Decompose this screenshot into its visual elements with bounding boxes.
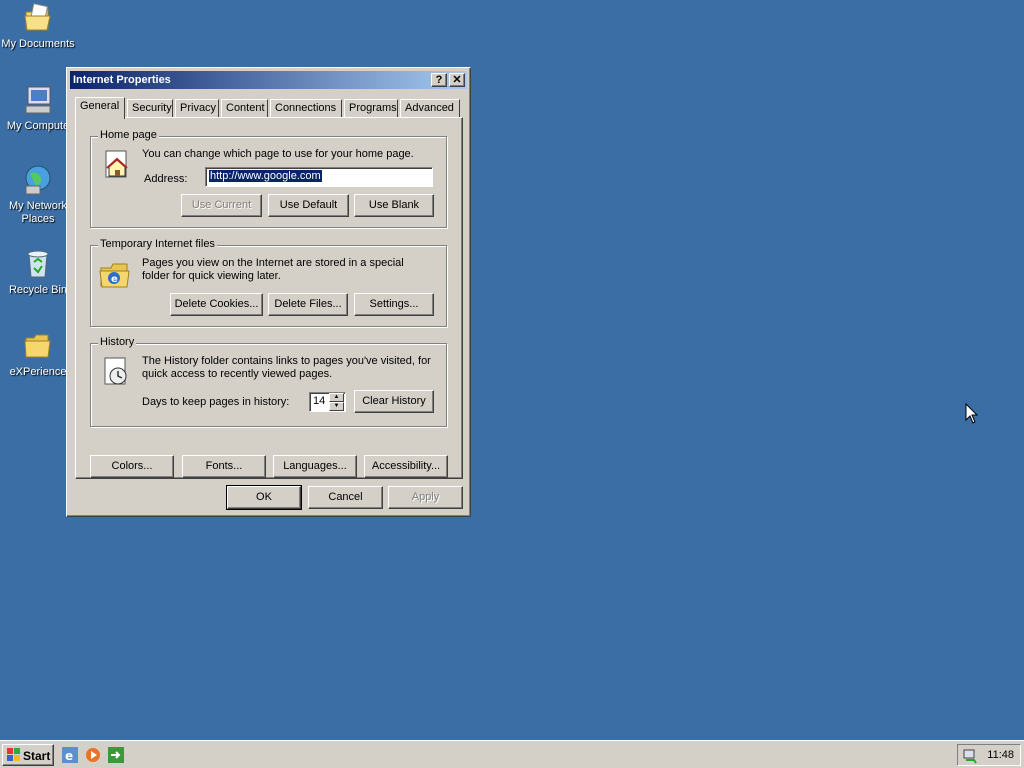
internet-properties-dialog: Internet Properties ? ✕ General Security… <box>66 67 471 517</box>
tab-privacy[interactable]: Privacy <box>175 99 219 118</box>
home-page-legend: Home page <box>98 129 159 141</box>
address-label: Address: <box>144 173 188 185</box>
start-button[interactable]: Start <box>2 744 54 766</box>
desktop-icon-label: My Network Places <box>8 200 68 225</box>
help-button[interactable]: ? <box>431 73 447 87</box>
mouse-cursor-icon <box>965 402 979 428</box>
show-desktop-icon[interactable] <box>108 747 124 763</box>
my-computer-icon <box>22 84 54 116</box>
general-tab-panel: Home page You can change which page to u… <box>75 117 463 479</box>
home-page-description: You can change which page to use for you… <box>142 148 414 160</box>
desktop-icon-label: Recycle Bin <box>8 284 68 296</box>
temp-files-description: Pages you view on the Internet are store… <box>142 257 404 282</box>
accessibility-button[interactable]: Accessibility... <box>364 455 448 478</box>
dialog-title: Internet Properties <box>73 74 171 86</box>
my-documents-icon <box>22 2 54 34</box>
delete-cookies-button[interactable]: Delete Cookies... <box>170 293 263 316</box>
windows-logo-icon <box>7 748 21 768</box>
start-label: Start <box>23 749 51 763</box>
delete-files-button[interactable]: Delete Files... <box>268 293 348 316</box>
tab-connections[interactable]: Connections <box>270 99 342 118</box>
desktop-icon-experience[interactable]: eXPerience <box>0 330 76 379</box>
media-player-icon[interactable] <box>85 747 101 763</box>
address-field[interactable]: http://www.google.com <box>205 167 433 187</box>
desktop-icon-label: My Compute <box>6 120 70 132</box>
svg-text:e: e <box>111 274 118 285</box>
desktop-icon-recycle-bin[interactable]: Recycle Bin <box>0 248 76 297</box>
close-icon: ✕ <box>452 74 462 86</box>
desktop-icon-label: eXPerience <box>9 366 67 378</box>
temp-files-legend: Temporary Internet files <box>98 238 217 250</box>
desktop-icon-my-documents[interactable]: My Documents <box>0 2 76 51</box>
colors-button[interactable]: Colors... <box>90 455 174 478</box>
dialog-titlebar[interactable]: Internet Properties ? ✕ <box>70 71 467 89</box>
days-label: Days to keep pages in history: <box>142 396 290 408</box>
apply-button[interactable]: Apply <box>388 486 463 509</box>
close-button[interactable]: ✕ <box>449 73 465 87</box>
system-tray: 11:48 <box>957 744 1021 766</box>
network-tray-icon[interactable] <box>962 748 978 767</box>
temp-files-group: Temporary Internet files e Pages you vie… <box>90 238 447 327</box>
spin-up-icon[interactable]: ▲ <box>329 393 344 402</box>
internet-explorer-icon[interactable]: e <box>62 747 78 763</box>
desktop-icon-my-computer[interactable]: My Compute <box>0 84 76 133</box>
tab-general[interactable]: General <box>75 97 125 119</box>
history-description: The History folder contains links to pag… <box>142 355 431 380</box>
use-current-button[interactable]: Use Current <box>181 194 262 217</box>
network-places-icon <box>22 164 54 196</box>
desktop-icon-label: My Documents <box>1 38 75 50</box>
clock[interactable]: 11:48 <box>987 749 1014 761</box>
address-value: http://www.google.com <box>209 170 322 182</box>
fonts-button[interactable]: Fonts... <box>182 455 266 478</box>
tab-content[interactable]: Content <box>221 99 268 118</box>
languages-button[interactable]: Languages... <box>273 455 357 478</box>
use-default-button[interactable]: Use Default <box>268 194 349 217</box>
tab-advanced[interactable]: Advanced <box>400 99 460 118</box>
temp-files-icon: e <box>99 258 131 290</box>
tab-programs[interactable]: Programs <box>344 99 398 118</box>
history-icon <box>101 356 133 388</box>
taskbar: Start e 11:48 <box>0 740 1024 768</box>
clear-history-button[interactable]: Clear History <box>354 390 434 413</box>
spin-down-icon[interactable]: ▼ <box>329 402 344 411</box>
ok-button[interactable]: OK <box>226 485 302 510</box>
recycle-bin-icon <box>22 248 54 280</box>
home-page-icon <box>101 149 133 181</box>
history-group: History The History folder contains link… <box>90 336 447 427</box>
folder-icon <box>22 330 54 362</box>
home-page-group: Home page You can change which page to u… <box>90 129 447 228</box>
cancel-button[interactable]: Cancel <box>308 486 383 509</box>
tab-security[interactable]: Security <box>127 99 173 118</box>
settings-button[interactable]: Settings... <box>354 293 434 316</box>
history-legend: History <box>98 336 137 348</box>
svg-text:e: e <box>65 749 73 763</box>
days-value: 14 <box>313 395 326 407</box>
desktop-icon-network-places[interactable]: My Network Places <box>0 164 76 226</box>
use-blank-button[interactable]: Use Blank <box>354 194 434 217</box>
